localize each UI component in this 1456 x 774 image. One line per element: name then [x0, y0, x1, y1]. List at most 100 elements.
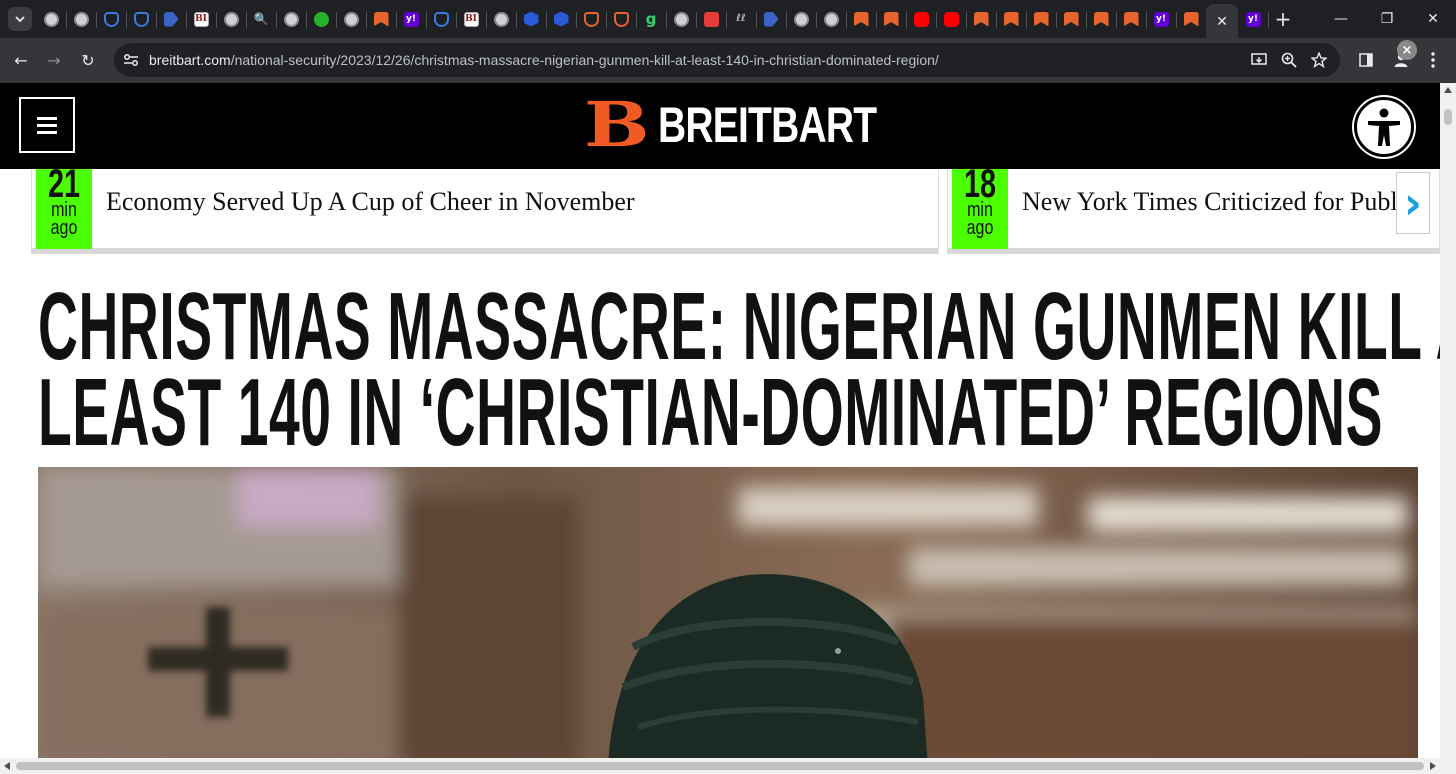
orange-shield-icon	[613, 11, 629, 27]
browser-tab[interactable]	[666, 2, 697, 36]
address-bar[interactable]: breitbart.com/national-security/2023/12/…	[114, 43, 1340, 77]
browser-tab[interactable]	[876, 2, 907, 36]
browser-tab[interactable]: 🔍	[246, 2, 277, 36]
ticker-time-ago: ago	[50, 217, 78, 239]
browser-tab[interactable]	[786, 2, 817, 36]
close-window-button[interactable]: ✕	[1410, 0, 1456, 38]
browser-tab[interactable]	[1116, 2, 1147, 36]
new-tab-button[interactable]: +	[1268, 7, 1298, 31]
browser-tab[interactable]	[906, 2, 937, 36]
browser-tab[interactable]	[276, 2, 307, 36]
url-path: /national-security/2023/12/26/christmas-…	[230, 52, 939, 68]
browser-tab[interactable]: y!	[1238, 2, 1269, 36]
browser-tab[interactable]	[936, 2, 967, 36]
browser-tab[interactable]	[756, 2, 787, 36]
browser-tab[interactable]	[306, 2, 337, 36]
browser-tab[interactable]	[696, 2, 727, 36]
ticker-time-badge: 18 min ago	[952, 162, 1008, 249]
browser-tab[interactable]	[1026, 2, 1057, 36]
breitbart-icon	[853, 11, 869, 27]
breitbart-icon	[883, 11, 899, 27]
horizontal-scrollbar[interactable]	[0, 758, 1456, 774]
browser-tab[interactable]	[576, 2, 607, 36]
browser-tab[interactable]	[156, 2, 187, 36]
browser-tab[interactable]	[486, 2, 517, 36]
install-app-icon[interactable]	[1247, 48, 1271, 72]
maximize-button[interactable]: ❐	[1364, 0, 1410, 38]
browser-tab[interactable]	[1176, 2, 1207, 36]
active-tab[interactable]: ✕	[1206, 4, 1238, 38]
browser-tab[interactable]	[516, 2, 547, 36]
scroll-right-icon[interactable]	[1430, 762, 1436, 770]
browser-tab[interactable]: g	[636, 2, 667, 36]
tab-search-button[interactable]	[8, 7, 32, 31]
browser-tab[interactable]	[606, 2, 637, 36]
side-panel-icon[interactable]	[1352, 46, 1380, 74]
breitbart-logo-mark[interactable]: B	[584, 94, 650, 156]
browser-tab[interactable]	[1086, 2, 1117, 36]
globe-icon	[343, 11, 359, 27]
scroll-left-icon[interactable]	[4, 762, 10, 770]
shield-icon	[433, 11, 449, 27]
browser-tab[interactable]	[996, 2, 1027, 36]
article-hero-image[interactable]	[38, 467, 1418, 767]
vertical-scrollbar[interactable]	[1440, 83, 1456, 758]
url-text[interactable]: breitbart.com/national-security/2023/12/…	[149, 52, 939, 68]
browser-tab[interactable]	[366, 2, 397, 36]
ticker-item[interactable]: 21 min ago Economy Served Up A Cup of Ch…	[31, 164, 939, 254]
blue-arrow-icon	[763, 11, 779, 27]
browser-tab[interactable]	[426, 2, 457, 36]
browser-tab[interactable]	[966, 2, 997, 36]
ticker-headline[interactable]: New York Times Criticized for Publ	[1022, 187, 1400, 217]
blue-arrow-icon	[163, 11, 179, 27]
browser-tab[interactable]	[816, 2, 847, 36]
ticker-time-number: 18	[963, 162, 997, 206]
site-info-icon[interactable]	[123, 52, 139, 68]
accessibility-button[interactable]	[1354, 97, 1414, 157]
accessibility-close-icon[interactable]: ×	[1397, 40, 1417, 60]
browser-tab[interactable]: ℓℓ	[726, 2, 757, 36]
bi-icon: BI	[463, 11, 479, 27]
scroll-up-icon[interactable]	[1444, 87, 1452, 93]
zoom-icon[interactable]	[1277, 48, 1301, 72]
globe-icon	[673, 11, 689, 27]
browser-tab[interactable]	[546, 2, 577, 36]
browser-tab[interactable]: BI	[186, 2, 217, 36]
browser-tab[interactable]	[1056, 2, 1087, 36]
browser-tab[interactable]	[36, 2, 67, 36]
bookmark-star-icon[interactable]	[1307, 48, 1331, 72]
accessibility-icon	[1368, 108, 1400, 146]
horizontal-scroll-thumb[interactable]	[16, 762, 1424, 770]
breitbart-icon	[1093, 11, 1109, 27]
browser-tab[interactable]	[336, 2, 367, 36]
headline-line-2: LEAST 140 IN ‘CHRISTIAN-DOMINATED’ REGIO…	[38, 359, 1383, 466]
browser-tab[interactable]: BI	[456, 2, 487, 36]
back-button[interactable]: ←	[7, 46, 35, 74]
vertical-scroll-thumb[interactable]	[1444, 109, 1452, 125]
ticker-next-button[interactable]: ›	[1396, 172, 1430, 234]
reload-button[interactable]: ↻	[74, 46, 102, 74]
browser-tab[interactable]	[216, 2, 247, 36]
browser-tab[interactable]	[126, 2, 157, 36]
browser-tab[interactable]	[66, 2, 97, 36]
forward-button[interactable]: →	[40, 46, 68, 74]
globe-icon	[73, 11, 89, 27]
browser-tab[interactable]: y!	[396, 2, 427, 36]
globe-icon	[283, 11, 299, 27]
bi-icon: BI	[193, 11, 209, 27]
breitbart-logo-text[interactable]: BREITBART	[658, 99, 877, 151]
ticker-headline[interactable]: Economy Served Up A Cup of Cheer in Nove…	[106, 187, 926, 217]
browser-tab[interactable]: y!	[1146, 2, 1177, 36]
close-icon[interactable]: ✕	[1216, 13, 1228, 30]
browser-tab[interactable]	[846, 2, 877, 36]
menu-icon[interactable]	[1419, 46, 1447, 74]
play-icon	[313, 11, 329, 27]
hamburger-menu-button[interactable]	[19, 97, 75, 153]
ticker-item[interactable]: 18 min ago New York Times Criticized for…	[947, 162, 1440, 254]
browser-tab[interactable]	[96, 2, 127, 36]
minimize-button[interactable]: —	[1318, 0, 1364, 38]
tab-list: BI 🔍 y! BI g ℓℓ y!	[36, 2, 1207, 36]
breitbart-icon	[1183, 11, 1199, 27]
globe-icon	[823, 11, 839, 27]
yahoo-icon: y!	[1153, 11, 1169, 27]
